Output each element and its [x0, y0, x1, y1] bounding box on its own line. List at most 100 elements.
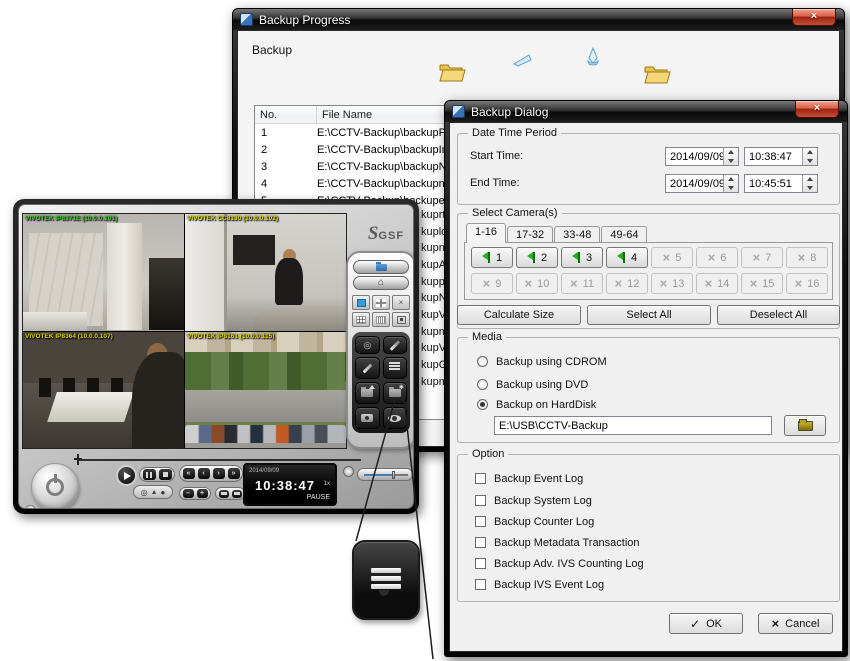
radio-harddisk-label[interactable]: Backup on HardDisk [496, 399, 596, 411]
snapshot-button[interactable] [355, 407, 380, 429]
camera-button-13[interactable]: ×13 [651, 273, 693, 294]
minimize-button[interactable]: – [25, 505, 36, 509]
checkbox-adv-ivs-label[interactable]: Backup Adv. IVS Counting Log [494, 558, 644, 570]
record-button[interactable]: ◎ [141, 488, 148, 497]
backup-path-input[interactable]: E:\USB\CCTV-Backup [494, 416, 772, 435]
export-button[interactable] [355, 382, 380, 404]
checkbox-event-log-label[interactable]: Backup Event Log [494, 473, 583, 485]
ok-button[interactable]: ✓ OK [669, 613, 743, 634]
checkbox-ivs-event-label[interactable]: Backup IVS Event Log [494, 579, 604, 591]
power-button[interactable] [31, 463, 79, 509]
checkbox-event-log[interactable] [475, 473, 486, 484]
camera-button-6[interactable]: ×6 [696, 247, 738, 268]
open-file-button[interactable] [353, 260, 409, 274]
skip-prev-button[interactable]: ‹ [198, 468, 210, 479]
mode-a-button[interactable] [219, 490, 229, 498]
camera-button-3[interactable]: 3 [561, 247, 603, 268]
zoom-out-button[interactable]: – [183, 489, 194, 498]
camera-button-1[interactable]: 1 [471, 247, 513, 268]
skip-first-button[interactable]: « [183, 468, 195, 479]
checkbox-ivs-event[interactable] [475, 579, 486, 590]
camera-view-1[interactable]: VIVOTEK IP8371E (10.0.0.101) [23, 214, 184, 331]
timeline-slider[interactable] [79, 459, 361, 461]
camera-button-15[interactable]: ×15 [741, 273, 783, 294]
end-time-spinner[interactable] [802, 175, 817, 192]
checkbox-adv-ivs[interactable] [475, 558, 486, 569]
layout-focus-button[interactable] [392, 312, 410, 327]
radio-dvd-label[interactable]: Backup using DVD [496, 379, 588, 391]
checkbox-counter-log[interactable] [475, 516, 486, 527]
play-button[interactable] [116, 465, 137, 486]
radio-dvd[interactable] [477, 379, 488, 390]
dot-button[interactable]: ● [161, 488, 166, 497]
camera-button-4[interactable]: 4 [606, 247, 648, 268]
checkbox-system-log[interactable] [475, 495, 486, 506]
layout-close-button[interactable]: × [392, 295, 410, 310]
progress-close-button[interactable]: × [792, 9, 836, 26]
tab-33-48[interactable]: 33-48 [554, 226, 600, 243]
volume-slider[interactable] [357, 468, 413, 481]
start-date-field[interactable]: 2014/09/09 [665, 147, 739, 166]
progress-titlebar[interactable]: Backup Progress [233, 9, 844, 30]
view-button[interactable] [383, 407, 408, 429]
tab-17-32[interactable]: 17-32 [507, 226, 553, 243]
calculate-size-button[interactable]: Calculate Size [457, 305, 581, 325]
browse-folder-button[interactable] [784, 415, 826, 436]
end-date-spinner[interactable] [723, 175, 738, 192]
select-all-button[interactable]: Select All [587, 305, 711, 325]
checkbox-metadata[interactable] [475, 537, 486, 548]
checkbox-counter-log-label[interactable]: Backup Counter Log [494, 516, 594, 528]
camera-view-4[interactable]: VIVOTEK IP8161 (10.0.0.115) [185, 332, 346, 449]
marker-button[interactable]: ▲ [151, 489, 158, 496]
backup-button-callout[interactable] [352, 540, 420, 620]
volume-handle[interactable] [392, 471, 395, 479]
start-date-spinner[interactable] [723, 148, 738, 165]
time-search-button[interactable]: ◎ [355, 336, 380, 354]
layout-quad-button[interactable] [372, 295, 390, 310]
home-button[interactable]: ⌂ [353, 276, 409, 290]
end-date-field[interactable]: 2014/09/09 [665, 174, 739, 193]
start-time-spinner[interactable] [802, 148, 817, 165]
camera-view-3[interactable]: VIVOTEK IP8364 (10.0.0.107) [23, 332, 184, 449]
dialog-close-button[interactable]: × [795, 101, 839, 118]
skip-last-button[interactable]: » [228, 468, 240, 479]
camera-button-14[interactable]: ×14 [696, 273, 738, 294]
column-header-filename[interactable]: File Name [317, 109, 377, 121]
camera-button-12[interactable]: ×12 [606, 273, 648, 294]
layout-nine-button[interactable] [352, 312, 370, 327]
end-time-field[interactable]: 10:45:51 [744, 174, 818, 193]
camera-button-11[interactable]: ×11 [561, 273, 603, 294]
deselect-all-button[interactable]: Deselect All [717, 305, 840, 325]
layout-single-button[interactable] [352, 295, 370, 310]
dialog-titlebar[interactable]: Backup Dialog [445, 101, 847, 122]
stop-button[interactable] [159, 469, 172, 480]
start-time-field[interactable]: 10:38:47 [744, 147, 818, 166]
settings-button[interactable] [383, 336, 408, 354]
tab-1-16[interactable]: 1-16 [466, 223, 506, 243]
camera-button-16[interactable]: ×16 [786, 273, 828, 294]
file-manage-button[interactable] [383, 382, 408, 404]
layout-sixteen-button[interactable] [372, 312, 390, 327]
camera-button-7[interactable]: ×7 [741, 247, 783, 268]
zoom-in-button[interactable]: + [197, 489, 208, 498]
checkbox-system-log-label[interactable]: Backup System Log [494, 495, 592, 507]
radio-harddisk[interactable] [477, 399, 488, 410]
audio-button[interactable] [343, 466, 354, 477]
column-header-no[interactable]: No. [255, 106, 317, 123]
backup-button[interactable] [383, 357, 408, 379]
tab-49-64[interactable]: 49-64 [601, 226, 647, 243]
skip-next-button[interactable]: › [213, 468, 225, 479]
camera-button-10[interactable]: ×10 [516, 273, 558, 294]
camera-view-2[interactable]: VIVOTEK CC8130 (10.0.0.102) [185, 214, 346, 331]
cancel-button[interactable]: × Cancel [758, 613, 833, 634]
radio-cdrom-label[interactable]: Backup using CDROM [496, 356, 607, 368]
camera-button-5[interactable]: ×5 [651, 247, 693, 268]
camera-button-2[interactable]: 2 [516, 247, 558, 268]
radio-cdrom[interactable] [477, 356, 488, 367]
pause-button[interactable] [143, 469, 156, 480]
edit-button[interactable] [355, 357, 380, 379]
camera-button-9[interactable]: ×9 [471, 273, 513, 294]
camera-button-8[interactable]: ×8 [786, 247, 828, 268]
checkbox-metadata-label[interactable]: Backup Metadata Transaction [494, 537, 640, 549]
mode-b-button[interactable] [232, 490, 242, 498]
